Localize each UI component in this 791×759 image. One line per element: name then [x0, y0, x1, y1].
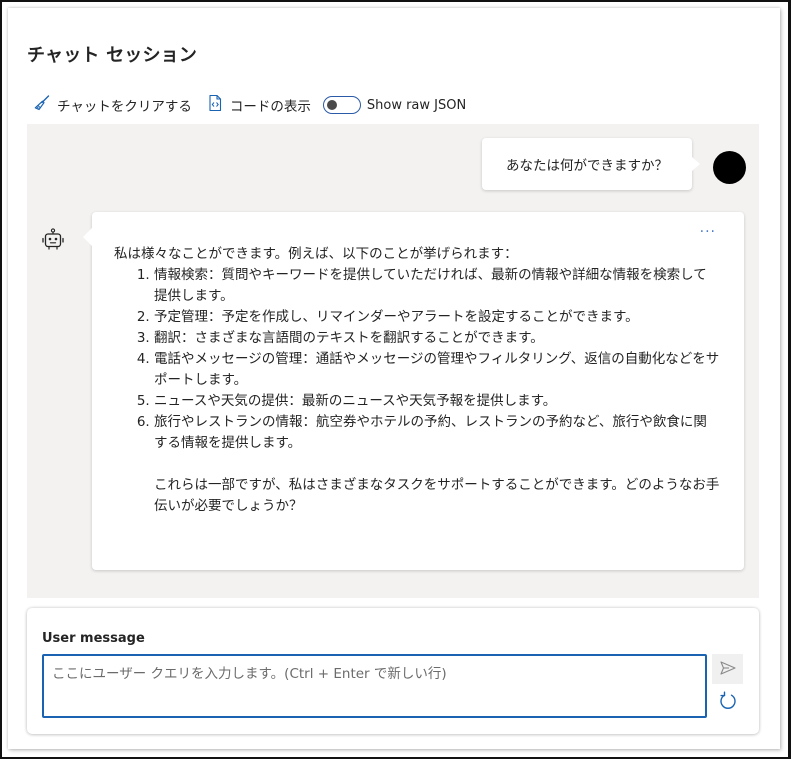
- user-input-card: User message: [27, 608, 759, 734]
- list-item: 電話やメッセージの管理：通話やメッセージの管理やフィルタリング、返信の自動化など…: [154, 349, 720, 391]
- raw-json-toggle[interactable]: [322, 96, 361, 114]
- chat-transcript[interactable]: あなたは何ができますか？ ··· 私は様々なことができます。例えば、以下のことが…: [27, 124, 759, 598]
- list-item: 情報検索：質問やキーワードを提供していただければ、最新の情報や詳細な情報を検索し…: [154, 265, 720, 307]
- user-message-text: あなたは何ができますか？: [506, 158, 668, 174]
- list-item: 翻訳：さまざまな言語間のテキストを翻訳することができます。: [154, 328, 720, 349]
- code-file-icon: [206, 94, 230, 116]
- user-avatar: [713, 151, 746, 184]
- chat-session-panel: チャット セッション チャットをクリアする コードの表示 Show raw JS…: [8, 8, 780, 749]
- user-message-bubble: あなたは何ができますか？: [482, 138, 700, 190]
- list-item: 旅行やレストランの情報：航空券やホテルの予約、レストランの予約など、旅行や飲食に…: [154, 412, 720, 454]
- user-message-input[interactable]: [42, 654, 707, 718]
- send-button[interactable]: [712, 654, 743, 684]
- clear-chat-button[interactable]: チャットをクリアする: [33, 94, 192, 116]
- more-options-button[interactable]: ···: [700, 222, 716, 243]
- assistant-intro: 私は様々なことができます。例えば、以下のことが挙げられます：: [114, 246, 518, 262]
- clear-chat-label: チャットをクリアする: [57, 99, 192, 115]
- raw-json-label: Show raw JSON: [366, 97, 467, 113]
- send-icon: [719, 660, 736, 679]
- view-code-label: コードの表示: [229, 99, 311, 115]
- view-code-button[interactable]: コードの表示: [206, 94, 311, 116]
- refresh-button[interactable]: [715, 690, 741, 716]
- user-message-label: User message: [42, 631, 145, 646]
- assistant-message-bubble: ··· 私は様々なことができます。例えば、以下のことが挙げられます： 情報検索：…: [83, 212, 744, 570]
- toolbar: チャットをクリアする コードの表示 Show raw JSON: [33, 94, 466, 116]
- list-item: ニュースや天気の提供：最新のニュースや天気予報を提供します。: [154, 391, 720, 412]
- bot-icon: [42, 228, 64, 256]
- assistant-closing: これらは一部ですが、私はさまざまなタスクをサポートすることができます。どのような…: [154, 477, 720, 514]
- page-title: チャット セッション: [27, 45, 198, 66]
- broom-icon: [33, 94, 57, 116]
- assistant-list: 情報検索：質問やキーワードを提供していただければ、最新の情報や詳細な情報を検索し…: [114, 265, 720, 454]
- refresh-icon: [718, 691, 738, 715]
- toggle-knob: [326, 100, 337, 110]
- list-item: 予定管理：予定を作成し、リマインダーやアラートを設定することができます。: [154, 307, 720, 328]
